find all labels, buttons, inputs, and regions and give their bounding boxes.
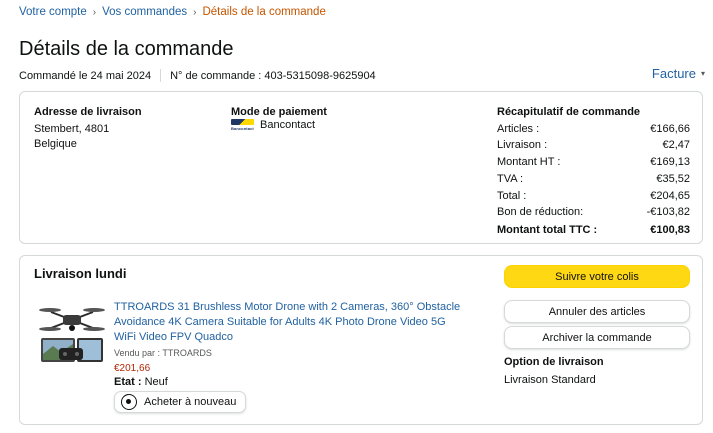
buy-again-button[interactable]: Acheter à nouveau	[114, 391, 247, 413]
breadcrumb-current: Détails de la commande	[202, 6, 326, 18]
rebuy-icon	[121, 394, 137, 410]
product-condition: Etat : Neuf	[114, 376, 168, 388]
breadcrumb-your-account[interactable]: Votre compte	[19, 6, 87, 18]
shipping-address: Stembert, 4801 Belgique	[34, 122, 109, 152]
breadcrumb-your-orders[interactable]: Vos commandes	[102, 6, 187, 18]
invoice-dropdown[interactable]: Facture ▾	[652, 66, 705, 81]
buy-again-label: Acheter à nouveau	[144, 396, 237, 408]
delivery-heading: Livraison lundi	[34, 266, 127, 281]
condition-label: Etat :	[114, 376, 142, 388]
drone-product-image[interactable]	[37, 298, 107, 368]
condition-value: Neuf	[144, 376, 168, 388]
archive-order-button[interactable]: Archiver la commande	[504, 326, 690, 349]
order-number: N° de commande : 403-5315098-9625904	[170, 69, 376, 82]
summary-row-vat: TVA : €35,52	[497, 172, 690, 185]
chevron-down-icon: ▾	[700, 69, 705, 78]
delivery-option-value: Livraison Standard	[504, 374, 596, 386]
product-title-link[interactable]: TTROARDS 31 Brushless Motor Drone with 2…	[114, 300, 464, 345]
payment-method-label: Bancontact	[260, 119, 316, 131]
summary-heading: Récapitulatif de commande	[497, 106, 641, 118]
summary-grand-total: Montant total TTC : €100,83	[497, 224, 690, 237]
breadcrumb: Votre compte › Vos commandes › Détails d…	[19, 6, 326, 18]
payment-heading: Mode de paiement	[231, 106, 327, 118]
shipping-address-heading: Adresse de livraison	[34, 106, 142, 118]
cancel-items-button[interactable]: Annuler des articles	[504, 300, 690, 323]
shipment-card: Livraison lundi TTROARDS 31 Brushless Mo…	[19, 255, 703, 425]
summary-row-items: Articles : €166,66	[497, 123, 690, 136]
summary-row-total: Total : €204,65	[497, 189, 690, 202]
breadcrumb-separator-icon: ›	[193, 6, 197, 18]
breadcrumb-separator-icon: ›	[92, 6, 97, 18]
meta-divider	[160, 69, 162, 82]
delivery-option-heading: Option de livraison	[504, 356, 604, 368]
address-line-2: Belgique	[34, 138, 77, 150]
track-package-button[interactable]: Suivre votre colis	[504, 265, 690, 288]
order-date: Commandé le 24 mai 2024	[19, 69, 152, 82]
summary-row-subtotal: Montant HT : €169,13	[497, 156, 690, 169]
order-summary-card: Adresse de livraison Stembert, 4801 Belg…	[19, 91, 703, 244]
order-meta: Commandé le 24 mai 2024 N° de commande :…	[19, 69, 376, 82]
summary-row-shipping: Livraison : €2,47	[497, 139, 690, 152]
address-line-1: Stembert, 4801	[34, 123, 110, 135]
payment-method: Bancontact Bancontact	[231, 119, 315, 133]
order-summary: Récapitulatif de commande Articles : €166…	[497, 106, 690, 238]
product-price: €201,66	[114, 363, 151, 374]
summary-row-discount: Bon de réduction: -€103,82	[497, 206, 690, 219]
bancontact-logo: Bancontact	[231, 119, 254, 133]
bancontact-logo-text: Bancontact	[231, 126, 254, 131]
page-title: Détails de la commande	[19, 38, 234, 60]
invoice-label: Facture	[651, 66, 696, 81]
seller: Vendu par : TTROARDS	[114, 348, 212, 358]
